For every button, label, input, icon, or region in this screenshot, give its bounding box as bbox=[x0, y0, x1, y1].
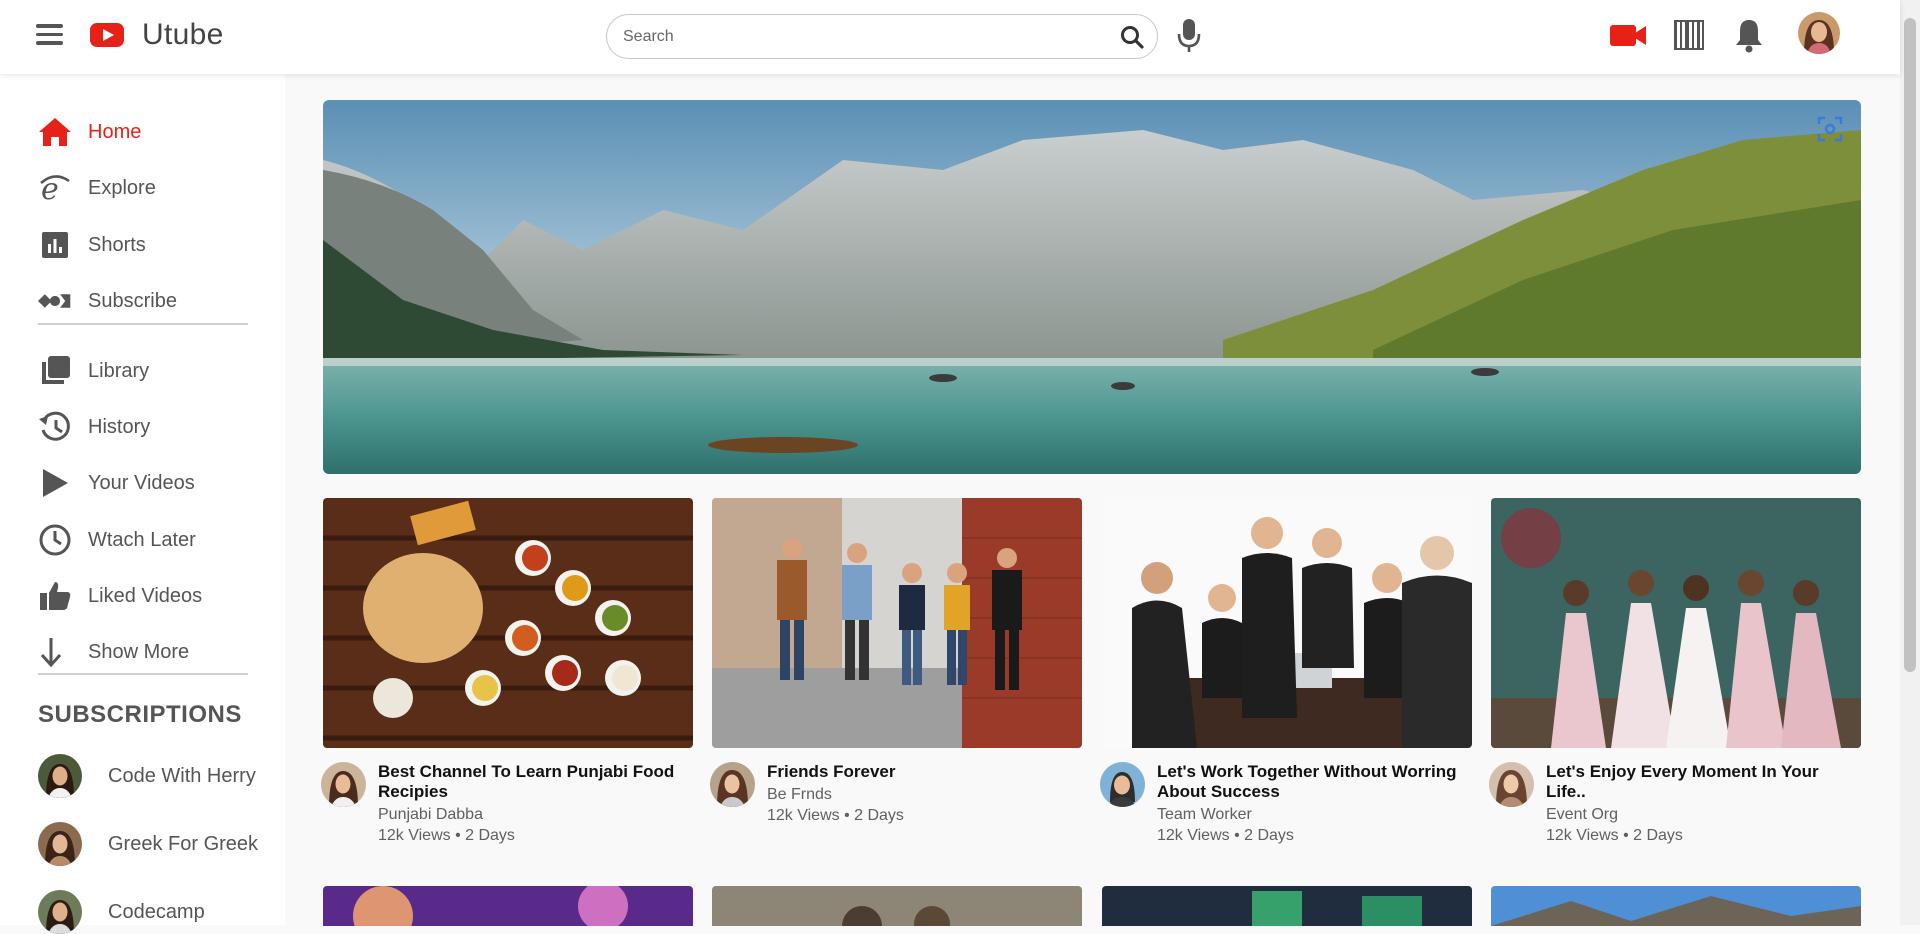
scrollbar-thumb[interactable] bbox=[1904, 18, 1916, 672]
avatar bbox=[38, 890, 82, 934]
video-thumbnail[interactable] bbox=[323, 886, 693, 926]
subscriptions-title: SUBSCRIPTIONS bbox=[38, 701, 242, 728]
sidebar-item-liked-videos[interactable]: Liked Videos bbox=[38, 576, 202, 616]
sidebar-item-label: Library bbox=[88, 359, 150, 382]
subscription-label: Codecamp bbox=[108, 900, 205, 923]
avatar bbox=[38, 822, 82, 866]
sidebar-item-home[interactable]: Home bbox=[38, 112, 141, 152]
sidebar-item-label: Wtach Later bbox=[88, 528, 196, 551]
top-bar: Utube bbox=[0, 0, 1900, 74]
channel-avatar[interactable] bbox=[321, 762, 366, 807]
channel-name[interactable]: Team Worker bbox=[1157, 805, 1472, 825]
video-card: Best Channel To Learn Punjabi Food Recip… bbox=[321, 498, 693, 846]
video-thumbnail[interactable] bbox=[1102, 498, 1472, 748]
sidebar-divider bbox=[38, 673, 248, 675]
sidebar-item-label: History bbox=[88, 415, 151, 438]
video-stats: 12k Views • 2 Days bbox=[1157, 827, 1294, 844]
subscription-label: Code With Herry bbox=[108, 764, 256, 787]
sidebar: Home e Explore Shorts Subscribe Library … bbox=[0, 74, 285, 934]
sidebar-item-label: Shorts bbox=[88, 233, 146, 256]
sidebar-item-shorts[interactable]: Shorts bbox=[38, 225, 146, 265]
subscription-label: Greek For Greek bbox=[108, 832, 259, 855]
banner-image bbox=[323, 100, 1861, 474]
video-thumbnail[interactable] bbox=[1491, 886, 1861, 926]
video-card: Let's Work Together Without Worring Abou… bbox=[1100, 498, 1472, 846]
sidebar-item-label: Home bbox=[88, 120, 142, 143]
app-name: Utube bbox=[142, 18, 224, 51]
thumbs-up-icon bbox=[38, 579, 72, 613]
sidebar-item-label: Your Videos bbox=[88, 471, 195, 494]
bell-icon[interactable] bbox=[1732, 16, 1766, 54]
play-icon bbox=[38, 466, 72, 500]
video-thumbnail[interactable] bbox=[712, 498, 1082, 748]
page-scrollbar[interactable] bbox=[1900, 0, 1920, 925]
bar-chart-icon bbox=[38, 228, 72, 262]
sidebar-item-library[interactable]: Library bbox=[38, 351, 149, 391]
search-icon[interactable] bbox=[1119, 24, 1145, 50]
youtube-play-icon bbox=[90, 23, 124, 47]
library-icon bbox=[38, 354, 72, 388]
sidebar-item-show-more[interactable]: Show More bbox=[38, 632, 189, 672]
video-thumbnail[interactable] bbox=[712, 886, 1082, 926]
video-title[interactable]: Let's Work Together Without Worring Abou… bbox=[1157, 762, 1472, 802]
subscription-item[interactable]: Codecamp bbox=[38, 890, 205, 934]
sidebar-item-watch-later[interactable]: Wtach Later bbox=[38, 520, 196, 560]
channel-name[interactable]: Be Frnds bbox=[767, 785, 904, 805]
avatar bbox=[38, 754, 82, 798]
video-stats: 12k Views • 2 Days bbox=[1546, 827, 1683, 844]
video-stats: 12k Views • 2 Days bbox=[378, 827, 515, 844]
barcode-icon[interactable] bbox=[1672, 16, 1706, 54]
search-input[interactable] bbox=[623, 15, 1103, 58]
sidebar-divider bbox=[38, 323, 248, 325]
channel-avatar[interactable] bbox=[1489, 762, 1534, 807]
video-card: Friends Forever Be Frnds 12k Views • 2 D… bbox=[710, 498, 1082, 826]
subscription-item[interactable]: Greek For Greek bbox=[38, 822, 258, 866]
sidebar-item-label: Subscribe bbox=[88, 289, 177, 312]
sidebar-item-your-videos[interactable]: Your Videos bbox=[38, 463, 195, 503]
channel-avatar[interactable] bbox=[1100, 762, 1145, 807]
sidebar-item-explore[interactable]: e Explore bbox=[38, 168, 156, 208]
history-icon bbox=[38, 410, 72, 444]
microphone-icon[interactable] bbox=[1174, 16, 1204, 54]
search-bar bbox=[606, 14, 1158, 59]
sidebar-item-label: Show More bbox=[88, 640, 190, 663]
home-icon bbox=[38, 115, 72, 149]
video-title[interactable]: Friends Forever bbox=[767, 762, 904, 782]
video-card: Let's Enjoy Every Moment In Your Life.. … bbox=[1489, 498, 1861, 846]
sidebar-item-subscribe[interactable]: Subscribe bbox=[38, 281, 177, 321]
video-title[interactable]: Let's Enjoy Every Moment In Your Life.. bbox=[1546, 762, 1861, 802]
hamburger-menu-icon[interactable] bbox=[36, 20, 66, 50]
logo[interactable]: Utube bbox=[90, 18, 224, 52]
sidebar-item-history[interactable]: History bbox=[38, 407, 150, 447]
subscribe-icon bbox=[38, 284, 72, 318]
video-title[interactable]: Best Channel To Learn Punjabi Food Recip… bbox=[378, 762, 693, 802]
video-thumbnail[interactable] bbox=[1491, 498, 1861, 748]
sidebar-item-label: Explore bbox=[88, 176, 156, 199]
explorer-icon: e bbox=[38, 171, 72, 205]
video-thumbnail[interactable] bbox=[1102, 886, 1472, 926]
video-thumbnail[interactable] bbox=[323, 498, 693, 748]
scan-icon[interactable] bbox=[1817, 116, 1843, 142]
clock-icon bbox=[38, 523, 72, 557]
sidebar-item-label: Liked Videos bbox=[88, 584, 203, 607]
video-stats: 12k Views • 2 Days bbox=[767, 807, 904, 824]
arrow-down-icon bbox=[38, 635, 72, 669]
hero-banner[interactable] bbox=[323, 100, 1861, 474]
video-camera-icon[interactable] bbox=[1608, 16, 1648, 54]
user-avatar[interactable] bbox=[1798, 12, 1840, 54]
channel-name[interactable]: Punjabi Dabba bbox=[378, 805, 693, 825]
channel-avatar[interactable] bbox=[710, 762, 755, 807]
channel-name[interactable]: Event Org bbox=[1546, 805, 1861, 825]
subscription-item[interactable]: Code With Herry bbox=[38, 754, 256, 798]
